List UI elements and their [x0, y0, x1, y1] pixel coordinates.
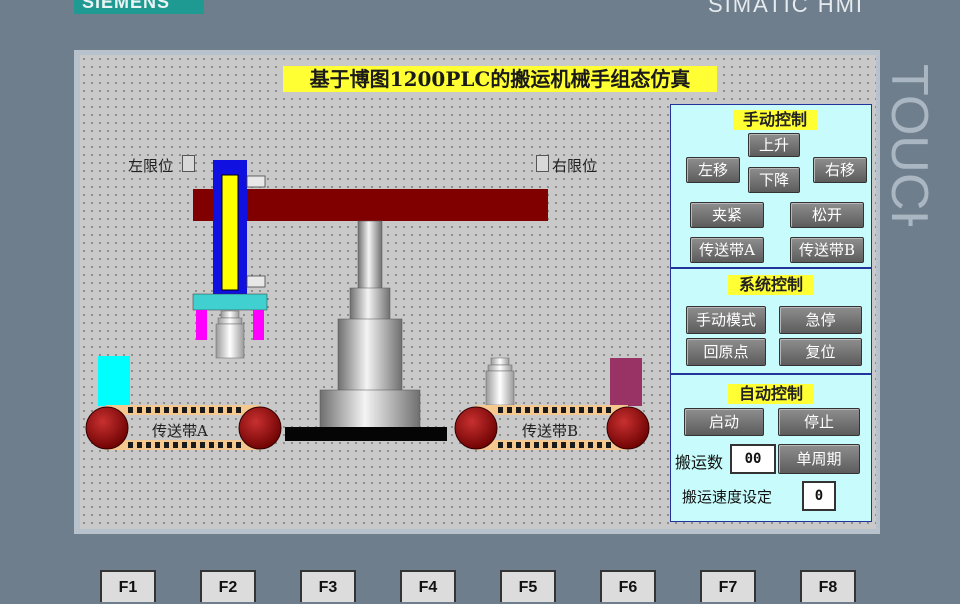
- belt-a-button[interactable]: 传送带A: [690, 237, 764, 263]
- chain-link: [200, 407, 205, 413]
- transfer-count-label: 搬运数: [675, 453, 724, 472]
- cylinder-sensor-bottom: [246, 275, 266, 288]
- chain-link: [498, 407, 503, 413]
- f6-key[interactable]: F6: [600, 570, 656, 602]
- belt-b-label: 传送带B: [522, 422, 579, 440]
- chain-link: [236, 442, 241, 448]
- chain-link: [552, 442, 557, 448]
- up-button[interactable]: 上升: [748, 133, 800, 157]
- emergency-stop-button[interactable]: 急停: [779, 306, 862, 334]
- f3-key[interactable]: F3: [300, 570, 356, 602]
- chain-link: [570, 442, 575, 448]
- chain-link: [516, 407, 521, 413]
- chain-link: [146, 442, 151, 448]
- f7-key[interactable]: F7: [700, 570, 756, 602]
- chain-link: [191, 407, 196, 413]
- return-home-button[interactable]: 回原点: [686, 338, 766, 366]
- column-tier-2: [337, 318, 403, 392]
- stop-button[interactable]: 停止: [778, 408, 860, 436]
- cylinder-inner: [221, 174, 239, 291]
- chain-link: [137, 407, 142, 413]
- clamp-button[interactable]: 夹紧: [690, 202, 764, 228]
- down-button[interactable]: 下降: [748, 167, 800, 193]
- chain-link: [579, 442, 584, 448]
- bottle-on-belt-b: [485, 357, 515, 406]
- chain-link: [516, 442, 521, 448]
- chain-link: [588, 407, 593, 413]
- chain-link: [209, 442, 214, 448]
- chain-link: [534, 442, 539, 448]
- chain-link: [579, 407, 584, 413]
- chain-link: [164, 442, 169, 448]
- chain-link: [155, 407, 160, 413]
- release-button[interactable]: 松开: [790, 202, 864, 228]
- chain-link: [182, 442, 187, 448]
- f1-key[interactable]: F1: [100, 570, 156, 602]
- chain-link: [146, 407, 151, 413]
- chain-link: [543, 407, 548, 413]
- chain-link: [507, 407, 512, 413]
- chain-link: [552, 407, 557, 413]
- chain-link: [525, 407, 530, 413]
- chain-link: [227, 407, 232, 413]
- chain-link: [597, 407, 602, 413]
- chain-link: [525, 442, 530, 448]
- chain-link: [128, 442, 133, 448]
- chain-link: [128, 407, 133, 413]
- chain-link: [534, 407, 539, 413]
- chain-link: [236, 407, 241, 413]
- f4-key[interactable]: F4: [400, 570, 456, 602]
- chain-link: [561, 407, 566, 413]
- chain-link: [498, 442, 503, 448]
- move-left-button[interactable]: 左移: [686, 157, 740, 183]
- manual-mode-button[interactable]: 手动模式: [686, 306, 766, 334]
- chain-link: [218, 442, 223, 448]
- transfer-count-field[interactable]: 00: [730, 444, 776, 474]
- column-base: [319, 389, 421, 429]
- chain-link: [182, 407, 187, 413]
- speed-setting-label: 搬运速度设定: [682, 488, 773, 506]
- single-cycle-button[interactable]: 单周期: [778, 444, 860, 474]
- chain-link: [164, 407, 169, 413]
- speed-setting-field[interactable]: 0: [802, 481, 836, 511]
- chain-link: [570, 407, 575, 413]
- column-foot: [285, 427, 447, 441]
- chain-link: [588, 442, 593, 448]
- manual-control-title: 手动控制: [733, 110, 817, 130]
- chain-link: [561, 442, 566, 448]
- auto-control-title: 自动控制: [728, 384, 814, 404]
- chain-link: [155, 442, 160, 448]
- f5-key[interactable]: F5: [500, 570, 556, 602]
- chain-link: [191, 442, 196, 448]
- f8-key[interactable]: F8: [800, 570, 856, 602]
- chain-link: [606, 442, 611, 448]
- chain-link: [227, 442, 232, 448]
- cylinder-sensor-top: [246, 175, 266, 188]
- chain-link: [173, 407, 178, 413]
- column-rod: [357, 220, 383, 290]
- box-b: [610, 358, 642, 406]
- chain-link: [597, 442, 602, 448]
- chain-link: [200, 442, 205, 448]
- reset-button[interactable]: 复位: [779, 338, 862, 366]
- belt-b-button[interactable]: 传送带B: [790, 237, 864, 263]
- gripper-finger-right: [253, 310, 264, 340]
- chain-link: [209, 407, 214, 413]
- chain-link: [507, 442, 512, 448]
- chain-link: [173, 442, 178, 448]
- box-a: [98, 356, 130, 406]
- chain-link: [606, 407, 611, 413]
- move-right-button[interactable]: 右移: [813, 157, 867, 183]
- chain-link: [218, 407, 223, 413]
- system-control-title: 系统控制: [728, 275, 814, 295]
- gripper-plate: [192, 293, 268, 311]
- belt-a-label: 传送带A: [152, 422, 208, 440]
- chain-link: [543, 442, 548, 448]
- chain-link: [137, 442, 142, 448]
- column-tier-1: [349, 287, 391, 321]
- bottle-in-gripper: [215, 310, 245, 359]
- gripper-finger-left: [196, 310, 207, 340]
- f2-key[interactable]: F2: [200, 570, 256, 602]
- start-button[interactable]: 启动: [684, 408, 764, 436]
